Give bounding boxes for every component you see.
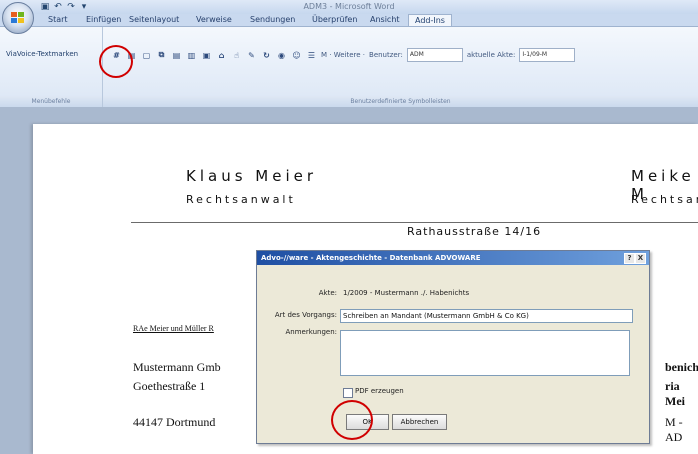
ribbon-tab-bar: Start Einfügen Seitenlayout Verweise Sen… xyxy=(0,14,698,26)
title-bar: ▣ ↶ ↷ ▾ ADM3 - Microsoft Word xyxy=(0,0,698,14)
akte-label: aktuelle Akte: xyxy=(466,51,516,59)
office-logo-icon xyxy=(11,12,24,23)
weitere-menu[interactable]: M · Weitere · xyxy=(321,51,365,59)
tab-ueberpruefen[interactable]: Überprüfen xyxy=(306,14,363,26)
benutzer-label: Benutzer: xyxy=(369,51,403,59)
viavoice-button[interactable]: ViaVoice-Textmarken xyxy=(6,50,78,58)
tab-ansicht[interactable]: Ansicht xyxy=(364,14,406,26)
annotation-circle-ok xyxy=(331,400,373,440)
tab-add-ins[interactable]: Add-Ins xyxy=(408,14,452,26)
sender-line: RAe Meier und Müller R xyxy=(133,324,214,333)
copy-icon[interactable]: ⧉ xyxy=(156,50,167,61)
file-icon[interactable]: ▥ xyxy=(186,50,197,61)
lawyer-title-right: Rechtsan xyxy=(631,193,698,206)
akte-label: Akte: xyxy=(318,289,337,297)
custom-toolbar-row: # ▤ ▢ ⧉ ▤ ▥ ▣ ⌂ ☝ ✎ ↻ ◉ ☺ ☰ M · Weitere … xyxy=(111,48,576,62)
right-text-1: benicht xyxy=(665,360,698,374)
dialog-help-button[interactable]: ? xyxy=(624,253,635,264)
note-icon[interactable]: ▤ xyxy=(171,50,182,61)
pdf-checkbox-label: PDF erzeugen xyxy=(355,387,404,395)
lawyer-title-left: Rechtsanwalt xyxy=(186,193,296,206)
right-text-3: M - AD xyxy=(665,415,683,444)
recipient-line-2: Goethestraße 1 xyxy=(133,379,206,393)
refresh-icon[interactable]: ↻ xyxy=(261,50,272,61)
dialog-close-button[interactable]: X xyxy=(635,253,646,264)
cancel-button[interactable]: Abbrechen xyxy=(392,414,447,430)
recipient-line-1: Mustermann Gmb xyxy=(133,360,221,374)
right-text-2: ria Mei xyxy=(665,379,685,408)
user-icon[interactable]: ☺ xyxy=(291,50,302,61)
benutzer-field[interactable]: ADM xyxy=(406,48,463,62)
annotation-circle-toolbar xyxy=(99,45,133,78)
office-address: Rathausstraße 14/16 xyxy=(407,225,542,238)
office-button[interactable] xyxy=(2,2,34,34)
pdf-checkbox[interactable] xyxy=(343,388,353,398)
page-icon[interactable]: ▢ xyxy=(141,50,152,61)
tab-seitenlayout[interactable]: Seitenlayout xyxy=(123,14,185,26)
aktengeschichte-dialog: Advo-//ware - Aktengeschichte - Datenban… xyxy=(256,250,650,444)
hand-icon[interactable]: ☝ xyxy=(231,50,242,61)
tab-start[interactable]: Start xyxy=(42,14,74,26)
header-divider xyxy=(131,222,698,223)
anmerkungen-textarea[interactable] xyxy=(340,330,630,376)
akte-value: 1/2009 - Mustermann ./. Habenichts xyxy=(343,289,470,297)
edit-icon[interactable]: ✎ xyxy=(246,50,257,61)
book-icon[interactable]: ☰ xyxy=(306,50,317,61)
anmerkungen-label: Anmerkungen: xyxy=(285,328,338,336)
dialog-title-bar: Advo-//ware - Aktengeschichte - Datenban… xyxy=(257,251,649,265)
lawyer-name-left: Klaus Meier xyxy=(186,167,318,185)
akte-field[interactable]: I-1/09-M xyxy=(519,48,576,62)
custom-toolbars-label: Benutzerdefinierte Symbolleisten xyxy=(103,96,698,107)
recipient-line-3: 44147 Dortmund xyxy=(133,415,216,429)
tab-sendungen[interactable]: Sendungen xyxy=(244,14,301,26)
globe-icon[interactable]: ◉ xyxy=(276,50,287,61)
window-title: ADM3 - Microsoft Word xyxy=(303,2,395,11)
vorgang-label: Art des Vorgangs: xyxy=(274,311,337,319)
vorgang-input[interactable]: Schreiben an Mandant (Mustermann GmbH & … xyxy=(340,309,633,323)
tab-einfuegen[interactable]: Einfügen xyxy=(80,14,127,26)
menu-commands-group: ViaVoice-Textmarken Menübefehle xyxy=(0,27,103,107)
menu-commands-label: Menübefehle xyxy=(0,96,102,107)
custom-toolbars-group: # ▤ ▢ ⧉ ▤ ▥ ▣ ⌂ ☝ ✎ ↻ ◉ ☺ ☰ M · Weitere … xyxy=(103,27,698,107)
tab-verweise[interactable]: Verweise xyxy=(190,14,238,26)
disk-icon[interactable]: ▣ xyxy=(201,50,212,61)
attachment-icon[interactable]: ⌂ xyxy=(216,50,227,61)
dialog-title: Advo-//ware - Aktengeschichte - Datenban… xyxy=(261,254,481,262)
